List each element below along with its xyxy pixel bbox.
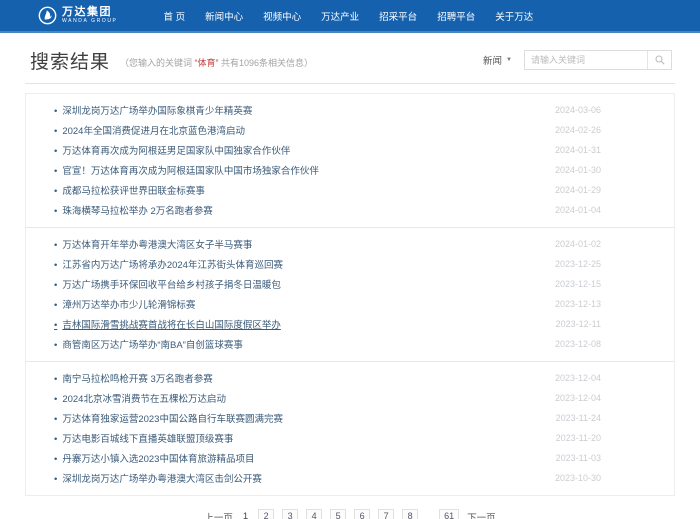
result-date: 2023-12-15	[554, 279, 601, 289]
result-row: 万达体育独家运营2023中国公路自行车联赛圆满完赛 2023-11-24	[54, 408, 646, 428]
result-link[interactable]: 珠海横琴马拉松举办 2万名跑者参赛	[54, 203, 212, 217]
result-date: 2024-02-26	[554, 125, 601, 135]
result-group-3: 南宁马拉松鸣枪开赛 3万名跑者参赛 2023-12-04 2024北京冰雪消费节在…	[26, 361, 674, 495]
category-dropdown[interactable]: 新闻 ▼	[483, 53, 512, 67]
next-page-button[interactable]: 下一页	[467, 510, 496, 519]
result-row: 商管南区万达广场举办“南BA”自创篮球赛事 2023-12-08	[54, 334, 646, 354]
result-row: 江苏省内万达广场将承办2024年江苏街头体育巡回赛 2023-12-25	[54, 254, 646, 274]
result-row: 丹寨万达小镇入选2023中国体育旅游精品项目 2023-11-03	[54, 448, 646, 468]
logo-subtitle: WANDA GROUP	[62, 17, 118, 24]
result-row: 万达电影百城线下直播英雄联盟顶级赛事 2023-11-20	[54, 428, 646, 448]
page-button-3[interactable]: 3	[282, 509, 299, 519]
result-row: 万达广场携手环保回收平台给乡村孩子捐冬日温暖包 2023-12-15	[54, 274, 646, 294]
result-row: 2024年全国消费促进月在北京蓝色港湾启动 2024-02-26	[54, 120, 646, 140]
result-date: 2024-01-02	[554, 239, 601, 249]
summary-prefix: （您输入的关键词	[120, 57, 195, 68]
result-link[interactable]: 南宁马拉松鸣枪开赛 3万名跑者参赛	[54, 371, 212, 385]
result-row: 万达体育再次成为阿根廷男足国家队中国独家合作伙伴 2024-01-31	[54, 140, 646, 160]
result-date: 2024-01-04	[554, 205, 601, 215]
result-link[interactable]: 深圳龙岗万达广场举办国际象棋青少年精英赛	[54, 103, 252, 117]
nav-item-wanda-industries[interactable]: 万达产业	[321, 9, 359, 23]
result-date: 2023-11-24	[555, 413, 601, 423]
result-date: 2023-12-25	[554, 259, 601, 269]
result-date: 2023-12-08	[554, 339, 601, 349]
page-ellipsis: ..	[426, 511, 432, 519]
result-group-1: 深圳龙岗万达广场举办国际象棋青少年精英赛 2024-03-06 2024年全国消费…	[26, 94, 674, 227]
result-row: 深圳龙岗万达广场举办国际象棋青少年精英赛 2024-03-06	[54, 100, 646, 120]
result-row: 2024北京冰雪消费节在五棵松万达启动 2023-12-04	[54, 388, 646, 408]
top-navigation-bar: 万达集团 WANDA GROUP 首 页 新闻中心 视频中心 万达产业 招采平台…	[0, 0, 700, 33]
nav-item-video-center[interactable]: 视频中心	[263, 9, 301, 23]
current-page: 1	[242, 511, 249, 519]
main-nav: 首 页 新闻中心 视频中心 万达产业 招采平台 招聘平台 关于万达	[163, 9, 533, 23]
search-box	[524, 50, 672, 70]
result-row-hovered: 吉林国际滑雪挑战赛首战将在长白山国际度假区举办 2023-12-11	[54, 314, 646, 334]
result-link[interactable]: 万达体育再次成为阿根廷男足国家队中国独家合作伙伴	[54, 143, 290, 157]
page-button-8[interactable]: 8	[402, 509, 419, 519]
chevron-down-icon: ▼	[506, 57, 512, 63]
result-group-2: 万达体育开年举办粤港澳大湾区女子半马赛事 2024-01-02 江苏省内万达广场将…	[26, 227, 674, 361]
result-row: 成都马拉松获评世界田联金标赛事 2024-01-29	[54, 180, 646, 200]
search-icon	[654, 55, 665, 65]
page-button-61[interactable]: 61	[439, 509, 460, 519]
nav-item-procurement-platform[interactable]: 招采平台	[379, 9, 417, 23]
page-button-6[interactable]: 6	[354, 509, 371, 519]
wanda-logo-icon	[38, 6, 57, 25]
result-row: 深圳龙岗万达广场举办粤港澳大湾区击剑公开赛 2023-10-30	[54, 468, 646, 488]
result-date: 2024-01-31	[554, 145, 601, 155]
nav-item-recruitment-platform[interactable]: 招聘平台	[437, 9, 475, 23]
page-button-7[interactable]: 7	[378, 509, 395, 519]
pagination: 上一页 1 2 3 4 5 6 7 8 .. 61 下一页	[0, 509, 700, 519]
result-date: 2024-01-30	[554, 165, 601, 175]
page-button-4[interactable]: 4	[306, 509, 323, 519]
result-date: 2023-11-03	[555, 453, 601, 463]
search-controls: 新闻 ▼	[483, 50, 672, 70]
wanda-logo[interactable]: 万达集团 WANDA GROUP	[38, 6, 117, 25]
result-row: 南宁马拉松鸣枪开赛 3万名跑者参赛 2023-12-04	[54, 368, 646, 388]
result-link[interactable]: 2024年全国消费促进月在北京蓝色港湾启动	[54, 123, 245, 137]
result-link[interactable]: 2024北京冰雪消费节在五棵松万达启动	[54, 391, 226, 405]
result-date: 2024-03-06	[554, 105, 601, 115]
result-date: 2023-10-30	[554, 473, 601, 483]
result-link[interactable]: 江苏省内万达广场将承办2024年江苏街头体育巡回赛	[54, 257, 283, 271]
result-link[interactable]: 漳州万达举办市少儿轮滑锦标赛	[54, 297, 195, 311]
result-row: 漳州万达举办市少儿轮滑锦标赛 2023-12-13	[54, 294, 646, 314]
result-link[interactable]: 成都马拉松获评世界田联金标赛事	[54, 183, 205, 197]
result-link[interactable]: 万达体育独家运营2023中国公路自行车联赛圆满完赛	[54, 411, 283, 425]
category-selected-value: 新闻	[483, 56, 503, 67]
result-link[interactable]: 万达电影百城线下直播英雄联盟顶级赛事	[54, 431, 233, 445]
result-link[interactable]: 丹寨万达小镇入选2023中国体育旅游精品项目	[54, 451, 254, 465]
search-header: 搜索结果 （您输入的关键词 “体育” 共有1096条相关信息） 新闻 ▼	[0, 33, 700, 74]
result-link[interactable]: 万达广场携手环保回收平台给乡村孩子捐冬日温暖包	[54, 277, 281, 291]
nav-item-home[interactable]: 首 页	[163, 9, 185, 23]
nav-item-news-center[interactable]: 新闻中心	[205, 9, 243, 23]
page-button-2[interactable]: 2	[258, 509, 275, 519]
prev-page-button[interactable]: 上一页	[204, 510, 233, 519]
result-date: 2023-12-04	[554, 393, 601, 403]
result-link[interactable]: 万达体育开年举办粤港澳大湾区女子半马赛事	[54, 237, 252, 251]
result-row: 万达体育开年举办粤港澳大湾区女子半马赛事 2024-01-02	[54, 234, 646, 254]
search-keyword: “体育”	[194, 57, 219, 68]
result-date: 2024-01-29	[554, 185, 601, 195]
summary-suffix: 共有1096条相关信息）	[218, 57, 314, 68]
result-link[interactable]: 商管南区万达广场举办“南BA”自创篮球赛事	[54, 337, 243, 351]
search-results: 深圳龙岗万达广场举办国际象棋青少年精英赛 2024-03-06 2024年全国消费…	[25, 93, 675, 496]
result-row: 官宣！万达体育再次成为阿根廷国家队中国市场独家合作伙伴 2024-01-30	[54, 160, 646, 180]
result-link[interactable]: 吉林国际滑雪挑战赛首战将在长白山国际度假区举办	[54, 317, 281, 331]
header-divider	[25, 83, 675, 84]
result-link[interactable]: 深圳龙岗万达广场举办粤港澳大湾区击剑公开赛	[54, 471, 262, 485]
result-link[interactable]: 官宣！万达体育再次成为阿根廷国家队中国市场独家合作伙伴	[54, 163, 319, 177]
search-input[interactable]	[525, 51, 647, 69]
page-button-5[interactable]: 5	[330, 509, 347, 519]
search-button[interactable]	[647, 51, 671, 69]
result-date: 2023-11-20	[555, 433, 601, 443]
result-date: 2023-12-04	[554, 373, 601, 383]
result-row: 珠海横琴马拉松举办 2万名跑者参赛 2024-01-04	[54, 200, 646, 220]
nav-item-about-wanda[interactable]: 关于万达	[495, 9, 533, 23]
result-date: 2023-12-11	[555, 319, 601, 329]
logo-title: 万达集团	[62, 6, 112, 19]
result-date: 2023-12-13	[554, 299, 601, 309]
result-summary: （您输入的关键词 “体育” 共有1096条相关信息）	[120, 56, 313, 69]
page-title: 搜索结果	[30, 51, 111, 73]
